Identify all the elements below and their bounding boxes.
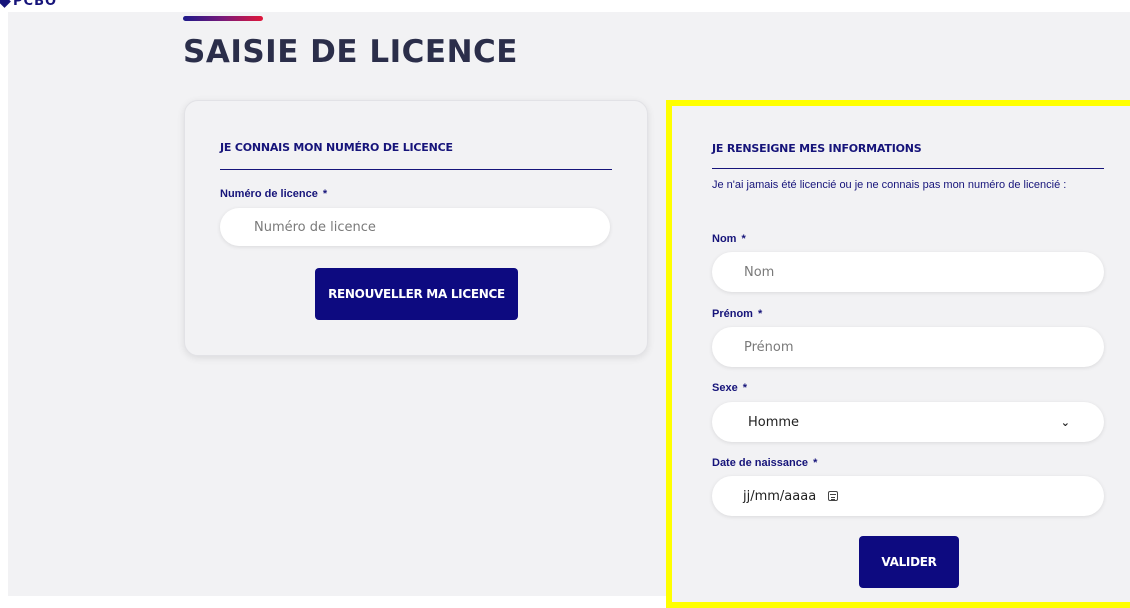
title-accent-bar [183, 16, 263, 21]
info-card-heading: JE RENSEIGNE MES INFORMATIONS [712, 142, 922, 155]
license-number-input[interactable] [220, 208, 610, 246]
info-card-intro: Je n'ai jamais été licencié ou je ne con… [712, 179, 1067, 191]
license-number-label: Numéro de licence * [220, 188, 327, 200]
required-marker: * [813, 457, 818, 469]
license-number-card: JE CONNAIS MON NUMÉRO DE LICENCE Numéro … [184, 100, 648, 356]
info-card-divider [712, 168, 1104, 169]
site-logo[interactable]: PCBO [0, 0, 57, 10]
validate-button[interactable]: VALIDER [859, 536, 959, 588]
nom-label-text: Nom [712, 233, 737, 245]
sexe-select[interactable]: Homme ⌄ [712, 402, 1104, 442]
logo-text: PCBO [13, 0, 58, 9]
top-header-strip: PCBO [0, 0, 1130, 12]
required-marker: * [758, 308, 763, 320]
dob-date-input[interactable]: jj/mm/aaaa [712, 476, 1104, 516]
required-marker: * [322, 188, 328, 200]
dob-label: Date de naissance * [712, 457, 817, 469]
nom-label: Nom * [712, 233, 746, 245]
sexe-selected-value: Homme [748, 414, 800, 430]
sexe-label: Sexe * [712, 382, 747, 394]
prenom-label-text: Prénom [712, 308, 753, 320]
dob-label-text: Date de naissance [712, 457, 808, 469]
chevron-down-icon: ⌄ [1060, 415, 1070, 429]
sexe-label-text: Sexe [712, 382, 738, 394]
dob-placeholder: jj/mm/aaaa [743, 488, 817, 504]
required-marker: * [741, 233, 746, 245]
page-title: SAISIE DE LICENCE [183, 34, 518, 70]
nom-input[interactable] [712, 252, 1104, 292]
prenom-input[interactable] [712, 327, 1104, 367]
page-content: SAISIE DE LICENCE JE CONNAIS MON NUMÉRO … [8, 12, 1130, 608]
required-marker: * [742, 382, 748, 394]
prenom-label: Prénom * [712, 308, 762, 320]
map-pin-logo-icon [0, 0, 11, 8]
license-number-label-text: Numéro de licence [220, 188, 318, 200]
renew-license-button[interactable]: RENOUVELLER MA LICENCE [315, 268, 518, 320]
license-card-heading: JE CONNAIS MON NUMÉRO DE LICENCE [220, 141, 453, 154]
calendar-icon[interactable] [828, 491, 839, 501]
info-form-card: JE RENSEIGNE MES INFORMATIONS Je n'ai ja… [666, 100, 1130, 608]
license-card-divider [220, 169, 612, 170]
